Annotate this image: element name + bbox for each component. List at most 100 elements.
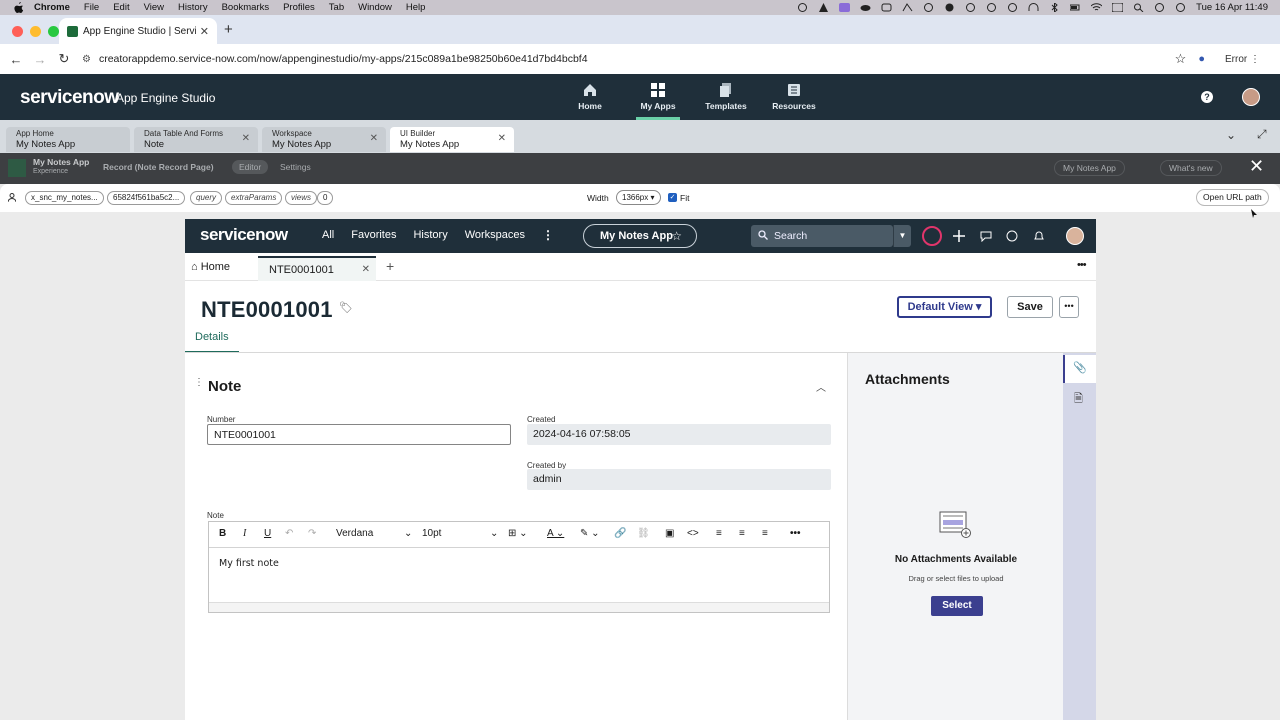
star-icon[interactable]: ☆: [671, 225, 682, 247]
chevron-up-icon[interactable]: ︿: [816, 379, 826, 394]
number-field[interactable]: NTE0001001: [207, 424, 511, 445]
tab-workspace[interactable]: Workspace My Notes App ✕: [262, 127, 386, 152]
settings-button[interactable]: Settings: [272, 160, 319, 174]
align-right-icon[interactable]: ≡: [762, 528, 768, 539]
nav-history[interactable]: History: [413, 229, 447, 241]
highlight-icon[interactable]: ✎ ⌄: [580, 528, 600, 539]
default-view-button[interactable]: Default View ▾: [897, 296, 992, 318]
status-icon[interactable]: [923, 3, 934, 12]
tag-icon[interactable]: 🏷: [339, 301, 353, 314]
status-icon[interactable]: [944, 3, 955, 12]
avatar[interactable]: [1242, 88, 1260, 106]
bell-icon[interactable]: [1033, 230, 1045, 242]
param-chip-extra-params[interactable]: extraParams: [225, 191, 283, 205]
url-field[interactable]: ⚙ creatorappdemo.service-now.com/now/app…: [82, 48, 1175, 70]
browser-tab[interactable]: App Engine Studio | ServiceN ✕: [59, 18, 217, 44]
error-button[interactable]: Error ⋮: [1216, 50, 1268, 68]
search-scope-dropdown[interactable]: ▼: [893, 225, 911, 247]
help-icon[interactable]: ?: [1201, 91, 1213, 103]
close-tab-icon[interactable]: ✕: [362, 264, 370, 275]
nav-resources[interactable]: Resources: [760, 74, 828, 120]
nav-workspaces[interactable]: Workspaces: [465, 229, 525, 241]
save-button[interactable]: Save: [1007, 296, 1053, 318]
status-icon[interactable]: [965, 3, 976, 12]
nav-all[interactable]: All: [322, 229, 334, 241]
datetime[interactable]: Tue 16 Apr 11:49: [1196, 2, 1268, 13]
app-scope-pill[interactable]: My Notes App ☆: [583, 224, 697, 248]
chevron-down-icon[interactable]: ⌄: [1226, 128, 1236, 142]
close-tab-icon[interactable]: ✕: [370, 133, 378, 144]
expand-icon[interactable]: ⤢: [1257, 127, 1267, 142]
param-chip-views[interactable]: views: [285, 191, 318, 205]
status-icon[interactable]: [902, 3, 913, 12]
avatar[interactable]: [1066, 227, 1084, 245]
minimize-window-button[interactable]: [30, 26, 41, 37]
more-actions-button[interactable]: •••: [1059, 296, 1079, 318]
param-chip-query[interactable]: query: [190, 191, 223, 205]
tab-ui-builder[interactable]: UI Builder My Notes App ✕: [390, 127, 514, 152]
close-tab-icon[interactable]: ✕: [200, 25, 209, 38]
status-icon[interactable]: [818, 3, 829, 12]
tab-data-table-and-forms[interactable]: Data Table And Forms Note ✕: [134, 127, 258, 152]
bold-icon[interactable]: B: [219, 528, 226, 539]
menu-help[interactable]: Help: [406, 2, 426, 13]
align-left-icon[interactable]: ≡: [716, 528, 722, 539]
nav-my-apps[interactable]: My Apps: [624, 74, 692, 120]
status-icon[interactable]: [1175, 3, 1186, 12]
open-url-path-button[interactable]: Open URL path: [1196, 189, 1269, 206]
status-icon[interactable]: [1007, 3, 1018, 12]
add-tab-button[interactable]: +: [386, 258, 394, 274]
status-icon[interactable]: [986, 3, 997, 12]
status-icon[interactable]: [881, 3, 892, 12]
note-editor-body[interactable]: My first note: [209, 548, 829, 579]
undo-icon[interactable]: ↶: [285, 528, 293, 539]
tab-app-home[interactable]: App Home My Notes App: [6, 127, 130, 152]
menu-file[interactable]: File: [84, 2, 99, 13]
drag-handle-icon[interactable]: ⋮: [194, 377, 204, 388]
menu-profiles[interactable]: Profiles: [283, 2, 315, 13]
tab-home[interactable]: ⌂ Home: [191, 261, 230, 273]
code-icon[interactable]: <>: [687, 528, 699, 539]
user-icon[interactable]: [1154, 3, 1165, 12]
fit-checkbox[interactable]: ✓: [668, 193, 677, 202]
nav-favorites[interactable]: Favorites: [351, 229, 396, 241]
more-menu-icon[interactable]: ⋮: [542, 228, 554, 242]
help-icon[interactable]: [1006, 230, 1018, 242]
menu-window[interactable]: Window: [358, 2, 392, 13]
image-icon[interactable]: ▣: [665, 528, 674, 539]
redo-icon[interactable]: ↷: [308, 528, 316, 539]
control-center-icon[interactable]: [1112, 3, 1124, 12]
more-tools-icon[interactable]: •••: [790, 528, 801, 539]
close-window-button[interactable]: [12, 26, 23, 37]
bluetooth-icon[interactable]: [1049, 3, 1060, 12]
link-icon[interactable]: 🔗: [614, 528, 626, 539]
menu-bookmarks[interactable]: Bookmarks: [222, 2, 270, 13]
editor-button[interactable]: Editor: [232, 160, 269, 174]
forward-icon[interactable]: →: [28, 52, 52, 67]
close-tab-icon[interactable]: ✕: [498, 133, 506, 144]
underline-icon[interactable]: U: [264, 528, 271, 539]
status-icon[interactable]: [839, 3, 851, 12]
unlink-icon[interactable]: ⛓: [637, 528, 650, 539]
status-icon[interactable]: [797, 3, 808, 12]
align-center-icon[interactable]: ≡: [739, 528, 745, 539]
cloud-icon[interactable]: [860, 3, 871, 12]
headphones-icon[interactable]: [1028, 3, 1039, 12]
globe-icon[interactable]: [922, 226, 942, 246]
profile-icon[interactable]: ●: [1198, 53, 1205, 65]
global-search-input[interactable]: Search: [751, 225, 893, 247]
table-icon[interactable]: ⊞ ⌄: [508, 528, 528, 539]
builder-record-page[interactable]: Record (Note Record Page): [103, 162, 214, 172]
apple-icon[interactable]: [14, 2, 24, 13]
servicenow-logo[interactable]: servicenow: [200, 225, 288, 245]
battery-icon[interactable]: [1070, 3, 1081, 12]
menu-edit[interactable]: Edit: [113, 2, 129, 13]
menu-history[interactable]: History: [178, 2, 208, 13]
more-options-icon[interactable]: •••: [1077, 259, 1087, 271]
search-icon[interactable]: [1133, 3, 1144, 12]
nav-templates[interactable]: Templates: [692, 74, 760, 120]
text-color-icon[interactable]: A ⌄: [547, 528, 564, 539]
param-chip-count[interactable]: 0: [317, 191, 334, 205]
close-tab-icon[interactable]: ✕: [242, 133, 250, 144]
italic-icon[interactable]: I: [243, 528, 246, 539]
